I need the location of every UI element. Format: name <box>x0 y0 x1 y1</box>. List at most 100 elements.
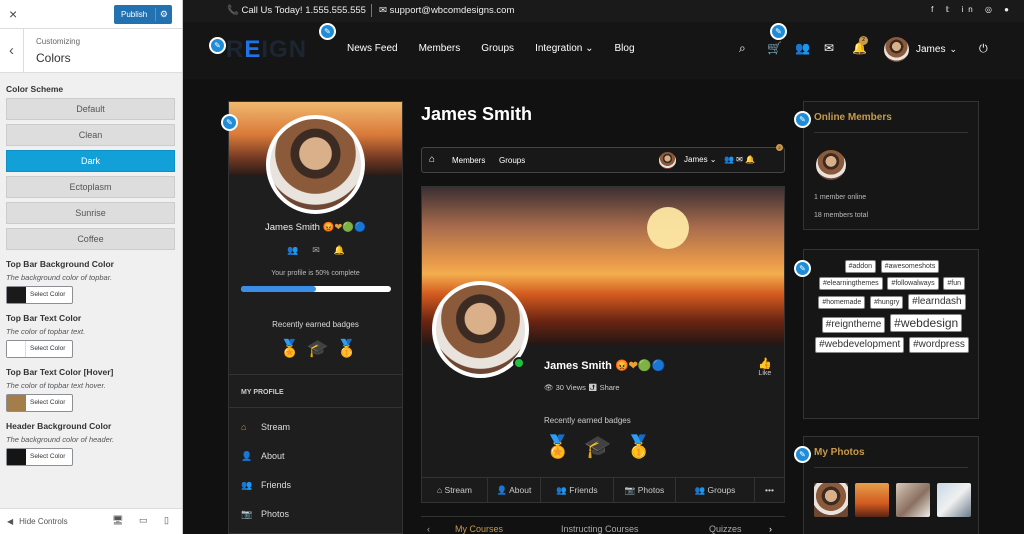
profile-tab-5[interactable]: ••• <box>755 478 784 503</box>
avatar[interactable] <box>266 115 365 214</box>
photo-grid <box>814 483 971 517</box>
tab-my-courses[interactable]: My Courses <box>455 524 503 534</box>
scheme-option-sunrise[interactable]: Sunrise <box>6 202 175 224</box>
tab-quizzes[interactable]: Quizzes <box>709 524 742 534</box>
badges-title: Recently earned badges <box>272 320 359 329</box>
edit-shortcut-profile[interactable]: ✎ <box>221 114 238 131</box>
edit-shortcut-logo[interactable]: ✎ <box>209 37 226 54</box>
tablet-preview-icon[interactable]: ▭ <box>139 515 148 526</box>
cart-icon[interactable]: 🛒 <box>767 41 782 55</box>
edit-shortcut-nav[interactable]: ✎ <box>319 23 336 40</box>
scheme-option-dark[interactable]: Dark <box>6 150 175 172</box>
profile-menu-item-friends[interactable]: 👥 Friends <box>241 480 291 491</box>
mini-nav-members[interactable]: Members <box>452 156 485 165</box>
tag-link[interactable]: #fun <box>943 277 966 290</box>
profile-tab-1[interactable]: 👤 About <box>488 478 541 503</box>
hide-controls-button[interactable]: ◀ Hide Controls <box>7 517 68 526</box>
avatar[interactable] <box>659 152 676 169</box>
tag-link[interactable]: #webdevelopment <box>815 337 905 353</box>
nav-item-0[interactable]: News Feed <box>347 43 398 54</box>
profile-tab-4[interactable]: 👥 Groups <box>676 478 755 503</box>
photo-thumb[interactable] <box>814 483 848 517</box>
close-icon[interactable]: × <box>9 6 17 22</box>
photo-thumb[interactable] <box>937 483 971 517</box>
tag-link[interactable]: #addon <box>844 260 876 273</box>
edit-shortcut-photos[interactable]: ✎ <box>794 446 811 463</box>
nav-item-1[interactable]: Members <box>419 43 461 54</box>
customizer-header: × Publish ⚙ <box>0 0 182 29</box>
profile-menu-item-stream[interactable]: ⌂ Stream <box>241 422 290 432</box>
profile-tabs: ⌂ Stream 👤 About 👥 Friends 📷 Photos 👥 Groups… <box>422 477 784 503</box>
graduation-cap-icon[interactable]: 🎓 <box>584 434 611 460</box>
scheme-option-default[interactable]: Default <box>6 98 175 120</box>
site-logo[interactable]: REIGN <box>226 36 307 64</box>
badge-icon[interactable]: 🏅 <box>544 434 571 460</box>
nav-item-2[interactable]: Groups <box>481 43 514 54</box>
gear-icon[interactable]: ⚙ <box>160 5 168 24</box>
medal-icon[interactable]: 🥇 <box>625 434 652 460</box>
profile-name-text: James Smith <box>544 360 612 372</box>
scheme-option-clean[interactable]: Clean <box>6 124 175 146</box>
medal-icon[interactable]: 🥇 <box>336 339 357 359</box>
publish-button[interactable]: Publish ⚙ <box>114 5 172 24</box>
scheme-option-coffee[interactable]: Coffee <box>6 228 175 250</box>
nav-item-3[interactable]: Integration ⌄ <box>535 43 593 54</box>
select-color-button[interactable]: Select Color <box>6 448 73 466</box>
like-button[interactable]: 👍 Like <box>758 357 772 377</box>
edit-shortcut-online-members[interactable]: ✎ <box>794 111 811 128</box>
badge-icon[interactable]: 🏅 <box>279 339 300 359</box>
select-color-button[interactable]: Select Color <box>6 394 73 412</box>
reaction-emojis: 😡❤🟢🔵 <box>614 360 666 372</box>
messages-icon[interactable]: ✉ <box>824 41 834 55</box>
mini-nav-groups[interactable]: Groups <box>499 156 525 165</box>
chevron-left-icon[interactable]: ‹ <box>427 524 430 534</box>
profile-stats[interactable]: 👁 30 Views ⤴ Share <box>544 383 620 392</box>
tag-link[interactable]: #reigntheme <box>821 317 886 333</box>
tag-link[interactable]: #followalways <box>887 277 939 290</box>
tag-link[interactable]: #wordpress <box>909 337 969 353</box>
search-icon[interactable]: ⌕ <box>739 41 746 56</box>
power-icon[interactable]: ⏻ <box>979 43 988 56</box>
chevron-right-icon[interactable]: › <box>769 524 772 534</box>
tag-link[interactable]: #elearningthemes <box>818 277 883 290</box>
profile-tab-0[interactable]: ⌂ Stream <box>422 478 488 503</box>
edit-shortcut-tags[interactable]: ✎ <box>794 260 811 277</box>
tag-link[interactable]: #hungry <box>870 296 904 309</box>
header-user-menu[interactable]: James ⌄ ⏻ <box>884 37 988 62</box>
tag-link[interactable]: #webdesign <box>890 314 963 332</box>
members-icon[interactable]: 👥 <box>795 41 810 55</box>
social-icons[interactable]: f 𝕥 in ◎ ● <box>931 5 1014 14</box>
call-text[interactable]: Call Us Today! 1.555.555.555 <box>241 5 365 16</box>
profile-tab-3[interactable]: 📷 Photos <box>614 478 676 503</box>
profile-action-icons[interactable]: 👥✉🔔 <box>287 245 359 256</box>
graduation-cap-icon[interactable]: 🎓 <box>307 339 328 359</box>
mini-nav-icons[interactable]: 👥 ✉ 🔔 <box>724 155 755 164</box>
tag-link[interactable]: #learndash <box>908 294 966 310</box>
select-color-button[interactable]: Select Color <box>6 340 73 358</box>
online-count: 1 member online <box>814 194 867 201</box>
mini-user-name[interactable]: James ⌄ <box>684 155 717 164</box>
nav-item-4[interactable]: Blog <box>614 43 634 54</box>
tag-link[interactable]: #awesomeshots <box>880 260 940 273</box>
topbar-email: ✉ support@wbcomdesigns.com <box>379 5 514 16</box>
avatar[interactable] <box>816 150 846 180</box>
desktop-preview-icon[interactable]: 🖥 <box>112 515 123 526</box>
profile-menu-item-about[interactable]: 👤 About <box>241 451 285 462</box>
profile-menu-item-photos[interactable]: 📷 Photos <box>241 509 289 520</box>
profile-name[interactable]: James Smith 😡❤🟢🔵 <box>229 222 402 233</box>
profile-tab-2[interactable]: 👥 Friends <box>541 478 614 503</box>
email-link[interactable]: support@wbcomdesigns.com <box>390 5 515 16</box>
phone-icon: 📞 <box>227 5 239 16</box>
tag-link[interactable]: #homemade <box>818 296 866 309</box>
home-icon[interactable]: ⌂ <box>429 154 435 165</box>
tab-instructing-courses[interactable]: Instructing Courses <box>561 524 639 534</box>
edit-shortcut-header-icons[interactable]: ✎ <box>770 23 787 40</box>
back-icon[interactable]: ‹ <box>0 29 24 73</box>
photo-thumb[interactable] <box>896 483 930 517</box>
select-color-button[interactable]: Select Color <box>6 286 73 304</box>
user-name: James <box>916 44 946 55</box>
photo-thumb[interactable] <box>855 483 889 517</box>
mobile-preview-icon[interactable]: ▯ <box>164 515 169 526</box>
scheme-option-ectoplasm[interactable]: Ectoplasm <box>6 176 175 198</box>
color-swatch <box>7 449 26 465</box>
